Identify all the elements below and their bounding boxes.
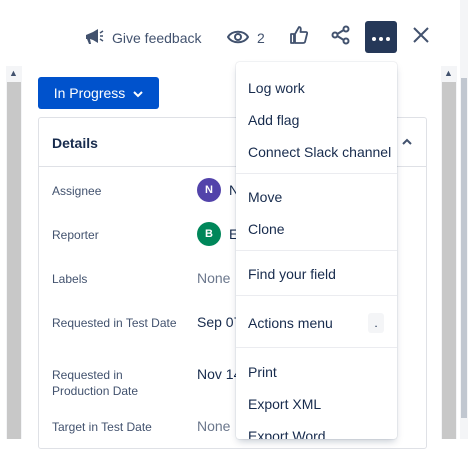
menu-item-clone[interactable]: Clone bbox=[248, 221, 285, 237]
reporter-label: Reporter bbox=[52, 228, 99, 242]
menu-divider bbox=[236, 295, 397, 296]
vote-button[interactable] bbox=[283, 21, 315, 53]
menu-item-print[interactable]: Print bbox=[248, 364, 277, 380]
right-scrollbar[interactable]: ▲ bbox=[441, 66, 457, 439]
assignee-label: Assignee bbox=[52, 184, 102, 198]
eye-icon bbox=[226, 29, 250, 48]
menu-divider bbox=[236, 250, 397, 251]
more-actions-button[interactable] bbox=[365, 21, 397, 53]
labels-value[interactable]: None bbox=[197, 270, 230, 286]
left-scrollbar[interactable]: ▲ bbox=[6, 66, 22, 439]
requested-in-test-date-value[interactable]: Sep 07 bbox=[197, 314, 241, 330]
more-icon bbox=[372, 28, 390, 46]
menu-divider bbox=[236, 347, 397, 348]
scrollbar-thumb[interactable] bbox=[442, 82, 456, 439]
requested-in-test-date-label: Requested in Test Date bbox=[52, 316, 177, 330]
more-actions-menu: Log work Add flag Connect Slack channel … bbox=[236, 62, 397, 439]
scroll-up-icon[interactable]: ▲ bbox=[9, 68, 18, 78]
scrollbar-thumb[interactable] bbox=[7, 82, 21, 439]
scroll-up-icon[interactable]: ▲ bbox=[444, 68, 453, 78]
menu-item-export-xml[interactable]: Export XML bbox=[248, 396, 321, 412]
page-edge bbox=[460, 0, 468, 439]
menu-item-find-your-field[interactable]: Find your field bbox=[248, 266, 336, 282]
share-button[interactable] bbox=[325, 21, 357, 53]
avatar: B bbox=[197, 222, 221, 246]
status-dropdown-button[interactable]: In Progress bbox=[38, 77, 159, 109]
menu-item-move[interactable]: Move bbox=[248, 189, 282, 205]
close-icon bbox=[413, 26, 429, 48]
requested-in-production-date-label: Requested in Production Date bbox=[52, 368, 139, 398]
reporter-value[interactable]: B E bbox=[197, 222, 238, 246]
target-in-test-date-label: Target in Test Date bbox=[52, 420, 152, 434]
share-icon bbox=[331, 25, 351, 50]
megaphone-icon bbox=[84, 28, 104, 49]
details-title: Details bbox=[52, 135, 98, 151]
watchers-count: 2 bbox=[257, 30, 265, 46]
menu-item-log-work[interactable]: Log work bbox=[248, 80, 305, 96]
chevron-down-icon bbox=[133, 85, 144, 101]
menu-item-add-flag[interactable]: Add flag bbox=[248, 112, 299, 128]
menu-item-actions-menu[interactable]: Actions menu bbox=[248, 315, 333, 331]
menu-item-export-word[interactable]: Export Word bbox=[248, 428, 326, 439]
thumbs-up-icon bbox=[290, 25, 309, 49]
target-in-test-date-value[interactable]: None bbox=[197, 418, 230, 434]
give-feedback-button[interactable]: Give feedback bbox=[84, 26, 202, 50]
labels-label: Labels bbox=[52, 272, 88, 286]
status-label: In Progress bbox=[53, 85, 126, 101]
page-edge-bar bbox=[461, 78, 467, 418]
assignee-value[interactable]: N N bbox=[197, 178, 239, 202]
issue-header-bar: Give feedback 2 bbox=[0, 0, 468, 62]
menu-divider bbox=[236, 173, 397, 174]
requested-in-production-date-value[interactable]: Nov 14 bbox=[197, 366, 241, 382]
chevron-up-icon[interactable] bbox=[402, 132, 412, 148]
keyboard-shortcut-badge: . bbox=[368, 313, 384, 333]
close-button[interactable] bbox=[405, 21, 437, 53]
watch-button[interactable]: 2 bbox=[226, 26, 265, 50]
menu-item-connect-slack-channel[interactable]: Connect Slack channel bbox=[248, 144, 391, 160]
give-feedback-label: Give feedback bbox=[112, 30, 202, 46]
avatar: N bbox=[197, 178, 221, 202]
